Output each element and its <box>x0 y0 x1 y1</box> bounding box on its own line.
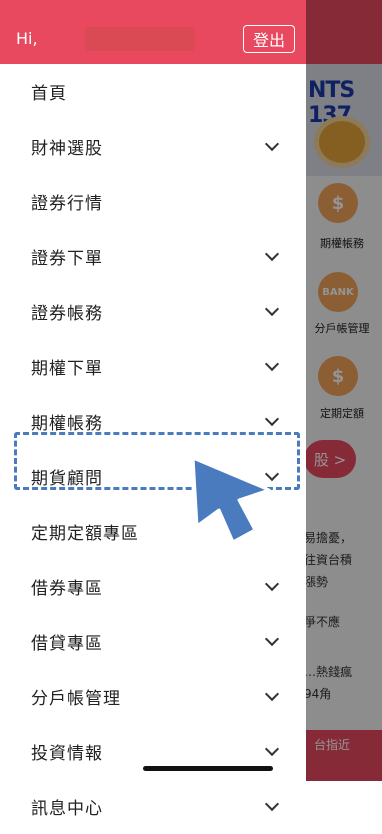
home-indicator <box>143 766 273 771</box>
side-drawer: Hi, 登出 首頁 財神選股 證券行情 證券下單 證券帳務 期權下單 期權帳務 … <box>0 0 306 819</box>
menu-item-loans[interactable]: 借貸專區 <box>0 614 306 669</box>
chevron-down-icon <box>264 356 280 372</box>
drawer-header: Hi, 登出 <box>0 0 306 64</box>
menu-item-label: 首頁 <box>31 84 67 104</box>
menu-item-label: 訊息中心 <box>31 799 103 819</box>
chevron-down-icon <box>264 631 280 647</box>
menu-item-stock-picker[interactable]: 財神選股 <box>0 119 306 174</box>
menu-item-securities-quotes[interactable]: 證券行情 <box>0 174 306 229</box>
menu-item-securities-lending[interactable]: 借券專區 <box>0 559 306 614</box>
menu-item-label: 分戶帳管理 <box>31 689 121 709</box>
menu-item-label: 定期定額專區 <box>31 524 139 544</box>
menu-item-label: 投資情報 <box>31 744 103 764</box>
logout-button[interactable]: 登出 <box>243 25 295 53</box>
menu-item-message-center[interactable]: 訊息中心 <box>0 779 306 834</box>
chevron-down-icon <box>264 741 280 757</box>
menu-item-label: 期貨顧問 <box>31 469 103 489</box>
greeting: Hi, <box>16 29 38 48</box>
menu-item-securities-order[interactable]: 證券下單 <box>0 229 306 284</box>
menu-item-futures-advisor[interactable]: 期貨顧問 <box>0 449 306 504</box>
menu-item-securities-account[interactable]: 證券帳務 <box>0 284 306 339</box>
chevron-down-icon <box>264 576 280 592</box>
redacted-username <box>85 27 195 51</box>
menu-item-label: 借券專區 <box>31 579 103 599</box>
chevron-down-icon <box>264 301 280 317</box>
menu-item-label: 財神選股 <box>31 139 103 159</box>
menu-item-futures-options-account[interactable]: 期權帳務 <box>0 394 306 449</box>
menu-item-sub-account[interactable]: 分戶帳管理 <box>0 669 306 724</box>
menu-item-label: 證券行情 <box>31 194 103 214</box>
chevron-down-icon <box>264 246 280 262</box>
drawer-menu: 首頁 財神選股 證券行情 證券下單 證券帳務 期權下單 期權帳務 期貨顧問 定期… <box>0 64 306 834</box>
menu-item-label: 證券下單 <box>31 249 103 269</box>
chevron-down-icon <box>264 411 280 427</box>
chevron-down-icon <box>264 686 280 702</box>
chevron-down-icon <box>264 796 280 812</box>
menu-item-label: 期權帳務 <box>31 414 103 434</box>
menu-item-regular-investment[interactable]: 定期定額專區 <box>0 504 306 559</box>
dim-overlay[interactable] <box>300 0 382 781</box>
menu-item-label: 借貸專區 <box>31 634 103 654</box>
menu-item-home[interactable]: 首頁 <box>0 64 306 119</box>
chevron-down-icon <box>264 466 280 482</box>
chevron-down-icon <box>264 136 280 152</box>
menu-item-label: 證券帳務 <box>31 304 103 324</box>
menu-item-label: 期權下單 <box>31 359 103 379</box>
menu-item-futures-options-order[interactable]: 期權下單 <box>0 339 306 394</box>
